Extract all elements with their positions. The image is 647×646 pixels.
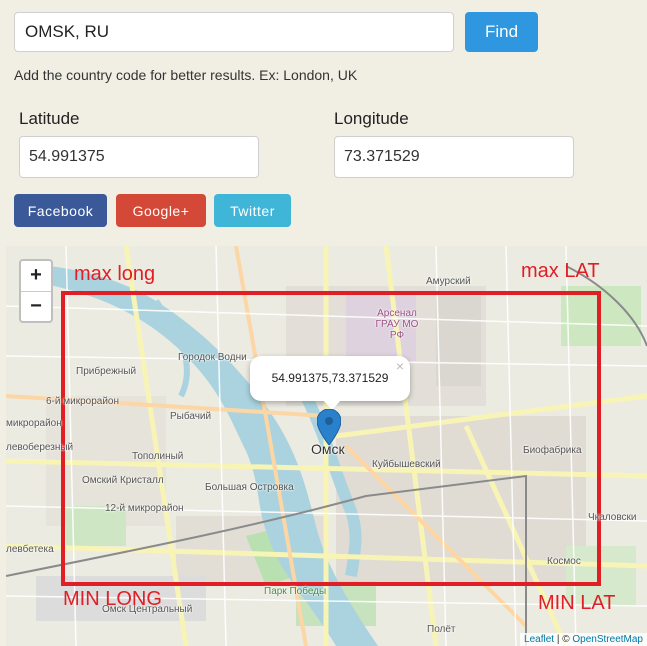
city-search-input[interactable] (14, 12, 454, 52)
leaflet-link[interactable]: Leaflet (524, 634, 554, 645)
map-label-kosmos: Космос (547, 556, 581, 567)
map-label-amursky: Амурский (426, 276, 471, 287)
twitter-share-button[interactable]: Twitter (214, 194, 291, 227)
search-hint: Add the country code for better results.… (14, 67, 358, 83)
map-label-polet: Полёт (427, 624, 456, 635)
longitude-label: Longitude (334, 109, 409, 128)
map-label-levoberezhny: левоберезный (6, 442, 74, 453)
map-label-ostrovka: Большая Островка (205, 482, 294, 493)
latitude-label: Latitude (19, 109, 80, 128)
annotation-max-lat: max LAT (521, 260, 600, 282)
attribution-separator: | © (554, 634, 573, 645)
annotation-max-long: max long (74, 263, 156, 285)
map-label-chkalovsky: Чкаловски (588, 512, 637, 523)
annotation-min-lat: MIN LAT (538, 592, 616, 614)
zoom-control: + − (19, 259, 53, 323)
map-label-park: Парк Победы (264, 586, 327, 597)
zoom-out-button[interactable]: − (21, 292, 51, 322)
longitude-field[interactable] (334, 136, 574, 178)
map-label-arsenal: Арсенал ГРАУ МО РФ (375, 308, 419, 341)
popup-close-icon[interactable]: × (396, 344, 404, 389)
map-label-rybachy: Рыбачий (170, 411, 212, 422)
map-attribution: Leaflet | © OpenStreetMap (520, 633, 647, 646)
latitude-field[interactable] (19, 136, 259, 178)
facebook-share-button[interactable]: Facebook (14, 194, 107, 227)
find-button[interactable]: Find (465, 12, 538, 52)
zoom-in-button[interactable]: + (21, 261, 51, 292)
popup-coordinates: 54.991375,73.371529 (271, 371, 389, 385)
map-label-kuibyshevsky: Куйбышевский (372, 459, 441, 470)
osm-link[interactable]: OpenStreetMap (572, 634, 643, 645)
map-label-biofabrika: Биофабрика (523, 445, 582, 456)
annotation-min-long: MIN LONG (63, 588, 162, 610)
google-share-button[interactable]: Google+ (116, 194, 206, 227)
map-label-gorodok: Городок Водни (178, 352, 247, 363)
map-label-kristall: Омский Кристалл (82, 475, 164, 486)
marker-popup: 54.991375,73.371529 × (250, 356, 410, 410)
map-label-mkr-left: микрорайон (6, 418, 62, 429)
map-label-mkr6: 6-й микрорайон (46, 396, 120, 407)
map-label-pribrezhny: Прибрежный (76, 366, 137, 377)
map-view[interactable]: Амурский Арсенал ГРАУ МО РФ Городок Водн… (6, 246, 647, 646)
map-label-mkr12: 12-й микрорайон (105, 503, 184, 514)
map-label-leveteka: левбетека (6, 544, 54, 555)
map-label-topolinyi: Тополиный (132, 451, 184, 462)
